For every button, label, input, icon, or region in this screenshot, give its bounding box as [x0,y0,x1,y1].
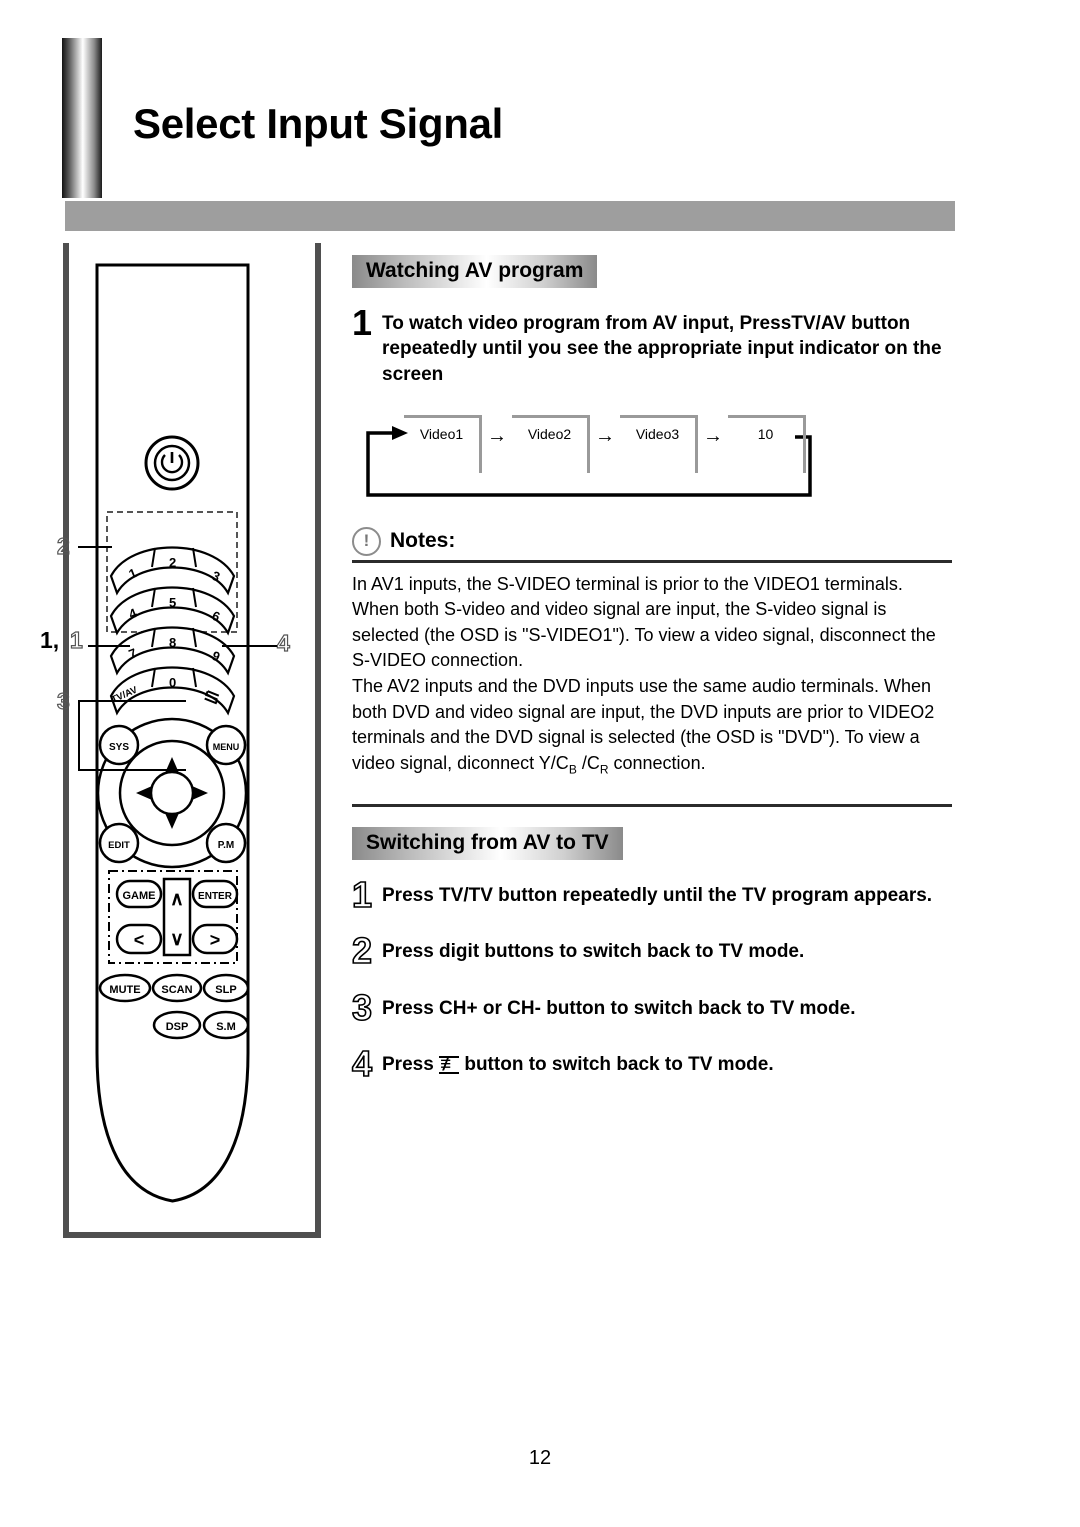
step-number: 1 [352,302,373,343]
step-text: Press ≢ button to switch back to TV mode… [382,1047,774,1077]
flow-node: Video3 [620,414,698,473]
note-paragraph-cr: /C [576,752,600,773]
flow-arrow-icon: → [595,425,615,448]
title-accent-bar [62,38,102,198]
svg-text:8: 8 [169,635,176,650]
svg-text:5: 5 [169,595,176,610]
section-watching-av: Watching AV program 1 To watch video pro… [352,255,952,808]
subscript-r: R [599,762,609,777]
left-frame-horizontal [63,1232,321,1238]
remote-control-illustration: 1 2 3 4 5 6 7 8 9 TV/AV 0 SYS MENU EDIT … [95,263,250,1203]
page-title: Select Input Signal [133,100,504,147]
svg-text:EDIT: EDIT [108,840,130,851]
section-heading-watching-av: Watching AV program [352,255,598,288]
step-number: 4 [351,1042,373,1084]
svg-text:SCAN: SCAN [161,984,192,996]
callout-1-solid: 1, [40,627,60,653]
note-paragraph: The AV2 inputs and the DVD inputs use th… [352,674,952,778]
return-icon: ≢ [439,1053,460,1075]
callout-1-hollow: 1 [69,626,83,653]
svg-text:MUTE: MUTE [109,984,140,996]
svg-text:∨: ∨ [170,929,184,950]
callout-3-leader-vert [78,700,80,770]
left-frame-right-rail [315,243,321,1238]
notes-header: ! Notes: [352,526,952,556]
step-text-before: Press [382,1053,434,1075]
step-text-after: button to switch back to TV mode. [464,1053,774,1075]
step-text: Press digit buttons to switch back to TV… [382,941,805,963]
note-paragraph: In AV1 inputs, the S-VIDEO terminal is p… [352,573,936,671]
section-divider [352,804,952,808]
svg-text:DSP: DSP [166,1021,189,1033]
exclamation-circle-icon: ! [352,526,381,556]
svg-text:SYS: SYS [109,742,129,753]
step-text: To watch video program from AV input, Pr… [382,313,942,385]
step-item: 1 Press TV/TV button repeatedly until th… [351,874,952,916]
flow-node: Video2 [512,414,590,473]
svg-text:P.M: P.M [218,840,235,851]
left-frame-vertical [63,243,69,1238]
svg-text:GAME: GAME [123,890,156,902]
manual-page: Select Input Signal 1 2 3 4 5 6 7 8 9 TV… [0,0,1080,1527]
svg-text:∧: ∧ [170,889,184,910]
section-heading-switching: Switching from AV to TV [352,827,623,861]
input-flow-diagram: Video1 → Video2 → Video3 → 10 [362,409,814,501]
step-text: Press CH+ or CH- button to switch back t… [382,997,856,1019]
notes-divider [352,559,952,563]
flow-node: Video1 [404,414,482,473]
svg-text:<: < [134,930,145,950]
subscript-b: B [568,762,577,777]
flow-nodes: Video1 → Video2 → Video3 → 10 [404,414,806,473]
svg-text:0: 0 [169,675,176,690]
step-item: 4 Press ≢ button to switch back to TV mo… [351,1042,952,1084]
step-number: 2 [351,930,373,972]
callout-4: 4 [276,629,290,656]
notes-label: Notes: [390,529,456,553]
svg-text:>: > [210,930,221,950]
svg-text:ENTER: ENTER [198,891,233,902]
svg-text:S.M: S.M [216,1021,236,1033]
notes-body: In AV1 inputs, the S-VIDEO terminal is p… [352,572,952,778]
callout-3: 3 [56,687,70,714]
flow-arrow-icon: → [487,425,507,448]
step-item: 3 Press CH+ or CH- button to switch back… [351,986,952,1028]
flow-arrow-icon: → [703,425,723,448]
step-number: 1 [351,874,373,916]
callout-3-leader-top [78,700,186,702]
callout-2: 2 [56,532,70,559]
step-item: 2 Press digit buttons to switch back to … [351,930,952,972]
callout-3-leader-bottom [78,769,186,771]
svg-text:MENU: MENU [213,742,240,752]
step-text: Press TV/TV button repeatedly until the … [382,885,933,907]
svg-text:SLP: SLP [215,984,236,996]
page-number: 12 [528,1447,552,1469]
callout-4-leader [222,645,277,647]
content-column: Watching AV program 1 To watch video pro… [351,255,952,1084]
callout-1-leader [88,645,130,647]
header-gray-band [65,201,955,231]
note-paragraph-end: connection. [608,752,706,773]
section-switching-av-tv: Switching from AV to TV 1 Press TV/TV bu… [351,827,952,1084]
svg-text:2: 2 [169,555,176,570]
flow-node: 10 [728,414,806,473]
step-number: 3 [351,986,373,1028]
step-item: 1 To watch video program from AV input, … [352,302,952,387]
callout-2-leader [78,546,112,548]
